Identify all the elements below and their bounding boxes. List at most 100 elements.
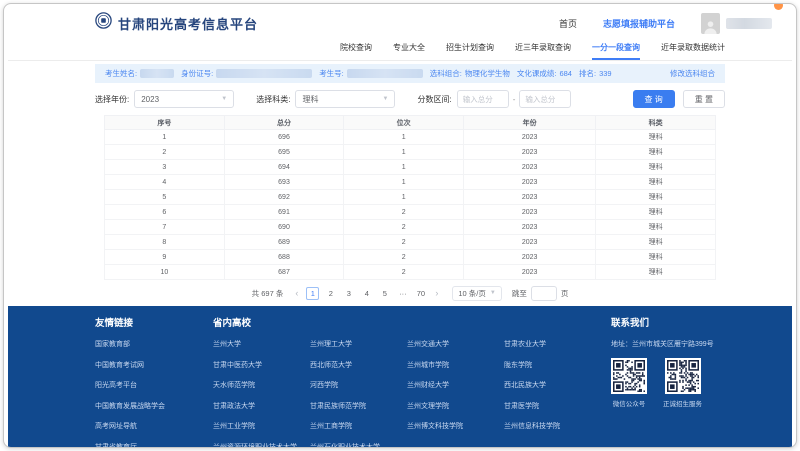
university-link[interactable]: 兰州财经大学 xyxy=(407,380,504,390)
university-link[interactable]: 兰州资源环境职业技术大学 xyxy=(213,442,310,448)
brand[interactable]: 甘肃阳光高考信息平台 xyxy=(95,12,258,34)
score-range-label: 分数区间: xyxy=(417,94,452,104)
nav-home-link[interactable]: 首页 xyxy=(559,17,577,30)
page-number-1[interactable]: 1 xyxy=(306,286,320,300)
table-cell: 理科 xyxy=(595,249,716,265)
university-link[interactable]: 甘肃医学院 xyxy=(504,401,601,411)
university-link[interactable]: 兰州博文科技学院 xyxy=(407,421,504,431)
page-number-70[interactable]: 70 xyxy=(414,287,427,300)
university-sub-column: 兰州理工大学 西北师范大学 河西学院甘肃民族师范学院 兰州工商学院兰州石化职业技术大学 xyxy=(310,339,407,448)
tab-5[interactable]: 一分一段查询 xyxy=(592,38,640,60)
university-link[interactable]: 甘肃中医药大学 xyxy=(213,360,310,370)
university-link[interactable]: 甘肃农业大学 xyxy=(504,339,601,349)
site-logo-icon xyxy=(95,12,112,34)
university-link[interactable]: 西北师范大学 xyxy=(310,360,407,370)
modify-subject-combo-link[interactable]: 修改选科组合 xyxy=(670,68,715,79)
reset-button[interactable]: 重 置 xyxy=(682,90,725,108)
page-number-3[interactable]: 3 xyxy=(342,287,355,300)
footer-link[interactable]: 国家教育部 xyxy=(95,339,213,349)
tab-3[interactable]: 招生计划查询 xyxy=(446,38,494,60)
year-filter-label: 选择年份: xyxy=(95,94,130,104)
page-number-4[interactable]: 4 xyxy=(360,287,373,300)
university-link[interactable]: 兰州信息科技学院 xyxy=(504,421,601,431)
jump-suffix: 页 xyxy=(560,288,569,298)
column-header: 年份 xyxy=(463,115,597,130)
university-link[interactable]: 河西学院 xyxy=(310,380,407,390)
column-header: 位次 xyxy=(343,115,465,130)
university-link[interactable]: 西北民族大学 xyxy=(504,380,601,390)
university-link[interactable]: 兰州石化职业技术大学 xyxy=(310,442,407,448)
nav-assist-platform-link[interactable]: 志愿填报辅助平台 xyxy=(603,17,675,30)
tab-1[interactable]: 院校查询 xyxy=(340,38,372,60)
university-link[interactable]: 陇东学院 xyxy=(504,360,601,370)
footer-link[interactable]: 高考网址导航 xyxy=(95,421,213,431)
next-page-arrow[interactable]: › xyxy=(433,288,440,298)
university-link[interactable]: 兰州交通大学 xyxy=(407,339,504,349)
user-account[interactable] xyxy=(701,12,772,34)
table-row: 8 689 2 2023 理科 xyxy=(104,234,716,250)
table-cell: 理科 xyxy=(595,234,716,250)
filter-bar: 选择年份: 2023 ▼ 选择科类: 理科 ▼ 分数区间: - 查 询 重 置 xyxy=(95,90,725,108)
table-cell: 4 xyxy=(104,174,225,190)
chevron-down-icon: ▼ xyxy=(489,290,496,296)
contact-address: 地址：兰州市城关区雁宁路399号 xyxy=(611,341,714,348)
page-size-select[interactable]: 10 条/页 ▼ xyxy=(452,285,502,301)
tab-4[interactable]: 近三年录取查询 xyxy=(515,38,571,60)
table-header-row: 序号 总分 位次 年份 科类 xyxy=(104,115,716,130)
table-cell: 688 xyxy=(223,249,345,265)
culture-score-label: 文化课成绩: xyxy=(516,69,557,78)
score-max-input[interactable] xyxy=(519,90,572,108)
page-number-2[interactable]: 2 xyxy=(324,287,337,300)
jump-page-input[interactable] xyxy=(530,285,557,301)
table-cell: 理科 xyxy=(595,159,716,175)
footer-link[interactable]: 阳光高考平台 xyxy=(95,380,213,390)
table-cell: 690 xyxy=(223,219,345,235)
page-number-5[interactable]: 5 xyxy=(378,287,391,300)
pagination: 共 697 条 ‹ 1 2 3 4 5 ··· 70 › 10 条/页 ▼ 跳至 页 xyxy=(95,285,725,301)
table-cell: 694 xyxy=(223,159,345,175)
footer-link[interactable]: 甘肃省教育厅 xyxy=(95,442,213,448)
tab-6[interactable]: 近年录取数据统计 xyxy=(661,38,725,60)
universities-title: 省内高校 xyxy=(213,318,252,329)
university-link[interactable]: 兰州理工大学 xyxy=(310,339,407,349)
column-header: 科类 xyxy=(595,115,716,130)
year-select[interactable]: 2023 ▼ xyxy=(134,90,235,108)
university-link[interactable]: 兰州工商学院 xyxy=(310,421,407,431)
table-cell: 2023 xyxy=(463,144,597,160)
tab-2[interactable]: 专业大全 xyxy=(393,38,425,60)
subject-combo-value: 物理化学生物 xyxy=(464,69,510,78)
exam-no-label: 考生号: xyxy=(319,69,344,78)
contact-column: 联系我们 地址：兰州市城关区雁宁路399号 微信公众号 正诚招生服务 xyxy=(611,315,781,447)
qr-code-item: 正诚招生服务 xyxy=(663,358,702,408)
tabs: 院校查询 专业大全 招生计划查询 近三年录取查询 一分一段查询 近年录取数据统计 xyxy=(95,38,725,60)
university-sub-column: 甘肃农业大学 陇东学院西北民族大学 甘肃医学院兰州信息科技学院 xyxy=(504,339,601,447)
table-cell: 理科 xyxy=(595,219,716,235)
table-cell: 2 xyxy=(343,264,465,280)
table-cell: 1 xyxy=(343,174,465,190)
university-link[interactable]: 甘肃政法大学 xyxy=(213,401,310,411)
footer-link[interactable]: 中国教育考试网 xyxy=(95,360,213,370)
prev-page-arrow[interactable]: ‹ xyxy=(293,288,300,298)
university-link[interactable]: 兰州文理学院 xyxy=(407,401,504,411)
university-link[interactable]: 兰州工业学院 xyxy=(213,421,310,431)
score-min-input[interactable] xyxy=(456,90,509,108)
university-link[interactable]: 兰州城市学院 xyxy=(407,360,504,370)
university-link[interactable]: 甘肃民族师范学院 xyxy=(310,401,407,411)
student-name-label: 考生姓名: xyxy=(105,69,138,78)
footer: 友情链接 国家教育部 中国教育考试网 阳光高考平台 中国教育发展战略学会 高考网址导航甘… xyxy=(8,306,792,448)
table-row: 3 694 1 2023 理科 xyxy=(104,159,716,175)
search-button[interactable]: 查 询 xyxy=(632,90,675,108)
table-cell: 1 xyxy=(104,129,225,145)
university-link[interactable]: 天水师范学院 xyxy=(213,380,310,390)
table-cell: 691 xyxy=(223,204,345,220)
year-select-value: 2023 xyxy=(141,94,160,104)
range-separator: - xyxy=(512,94,516,104)
qr-code-image xyxy=(664,358,701,394)
footer-link[interactable]: 中国教育发展战略学会 xyxy=(95,401,213,411)
site-title: 甘肃阳光高考信息平台 xyxy=(118,16,259,32)
page-ellipsis: ··· xyxy=(399,288,407,298)
column-header: 序号 xyxy=(104,115,225,130)
floating-notification-dot[interactable] xyxy=(774,4,783,10)
university-link[interactable]: 兰州大学 xyxy=(213,339,310,349)
category-select[interactable]: 理科 ▼ xyxy=(295,90,396,108)
